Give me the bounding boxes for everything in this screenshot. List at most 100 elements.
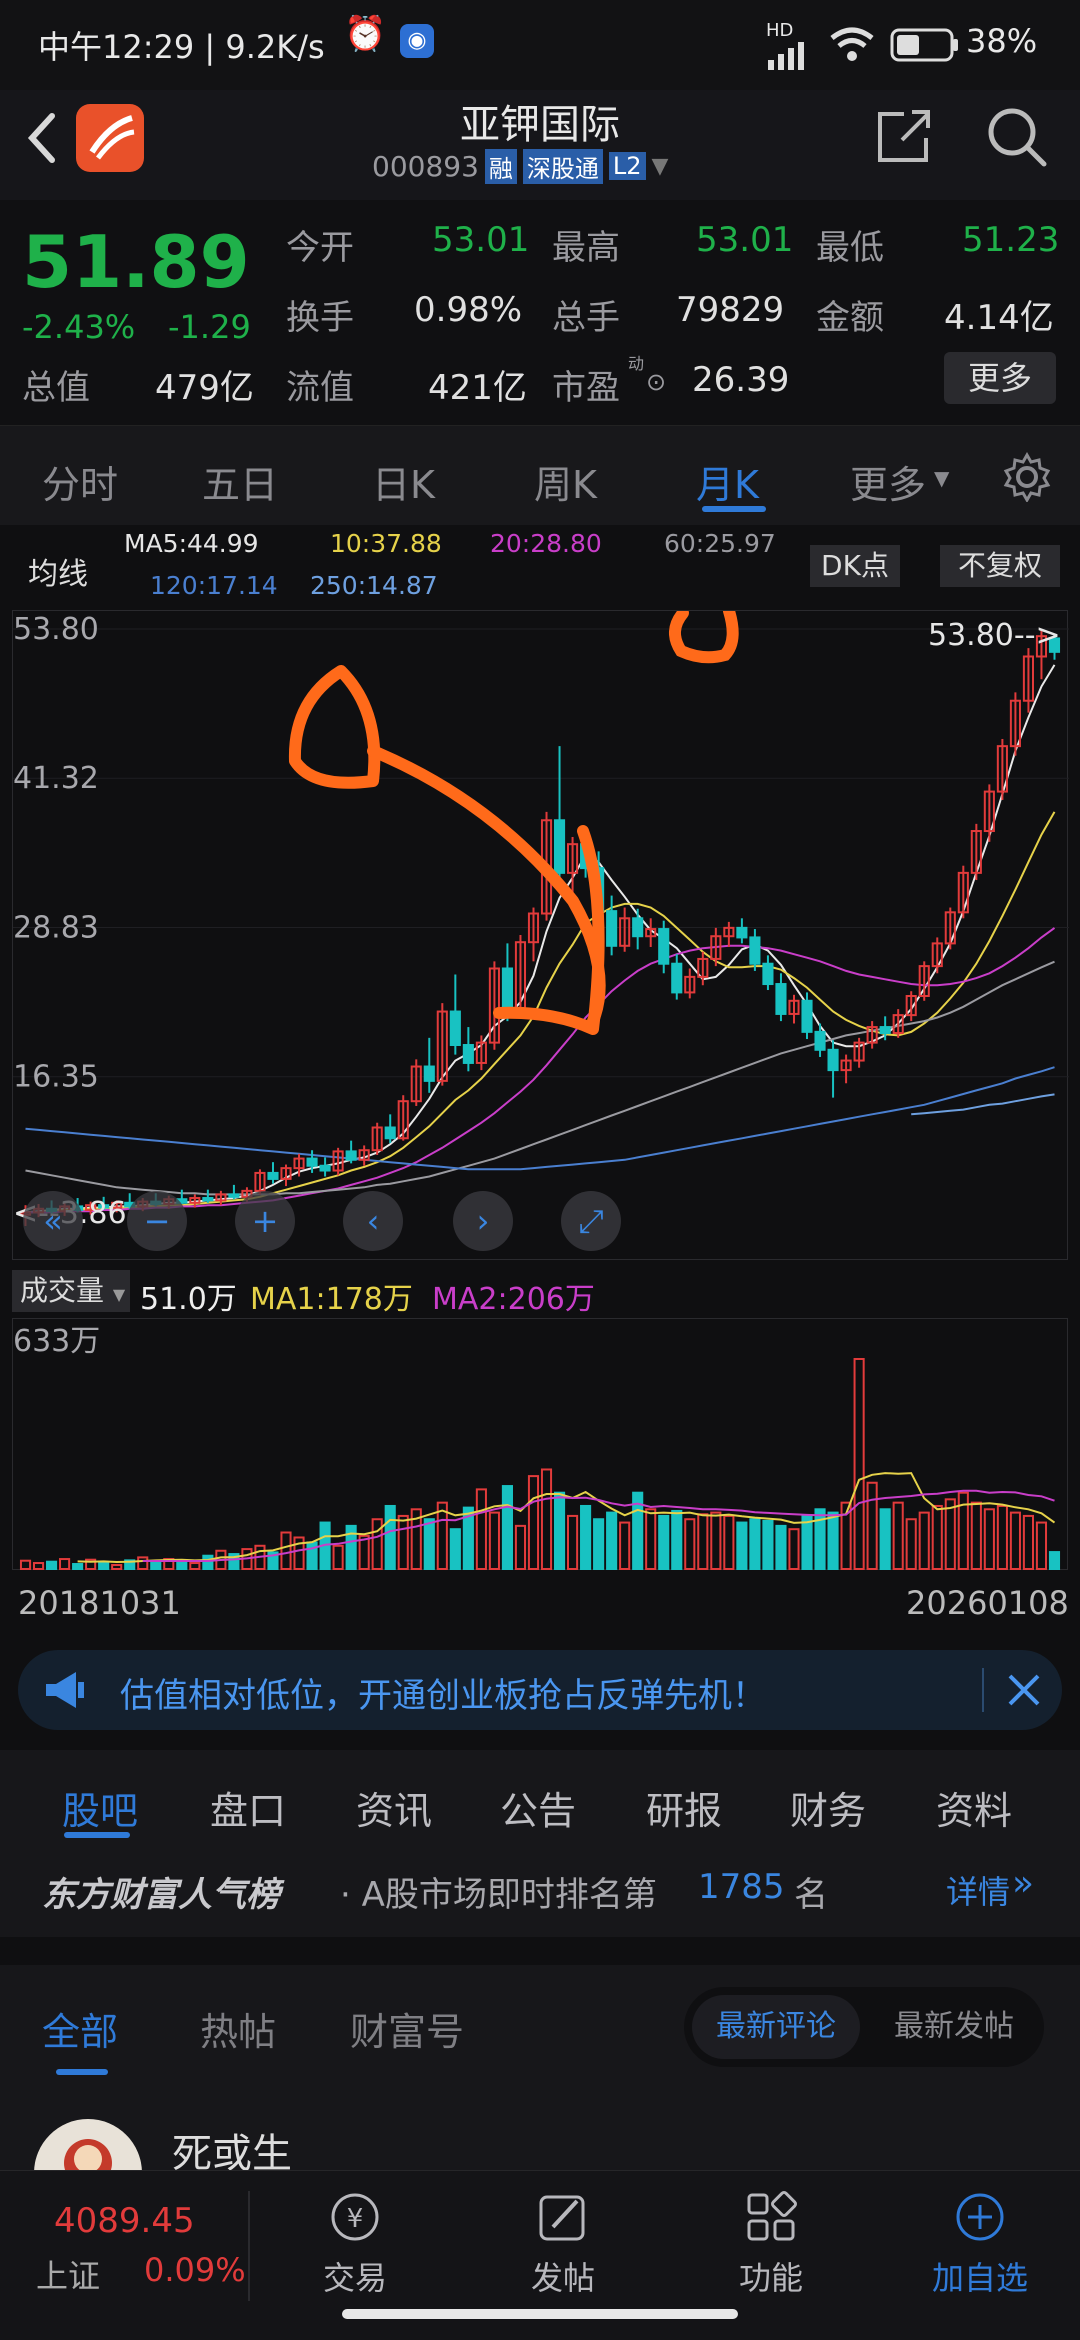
search-icon[interactable] (984, 104, 1050, 170)
dk-point-button[interactable]: DK点 (810, 545, 900, 587)
volume-bar (944, 1498, 956, 1570)
ma20-value: 20:28.80 (490, 529, 602, 558)
rank-number: 1785 (698, 1867, 785, 1907)
volume-bar (553, 1491, 566, 1570)
high-label: 最高 (552, 228, 620, 268)
volume-bar (736, 1521, 748, 1571)
annotation-trend-arrow (367, 745, 606, 1027)
candle-body (423, 1065, 435, 1082)
trade-icon: ¥ (331, 2193, 379, 2241)
tab-profile[interactable]: 资料 (936, 1780, 1012, 1835)
plus-circle-icon (956, 2193, 1004, 2241)
tab-more[interactable]: 更多 (850, 454, 926, 509)
share-icon[interactable] (874, 104, 934, 166)
pe-label: 市盈 (552, 368, 620, 408)
tab-research[interactable]: 研报 (646, 1780, 722, 1835)
volume-bar (658, 1514, 670, 1571)
volume-bar (606, 1511, 618, 1571)
tab-forum[interactable]: 股吧 (62, 1780, 138, 1835)
quote-panel: 51.89 -2.43% -1.29 总值 479亿 今开 53.01 最高 5… (0, 200, 1080, 425)
sort-latest-comment[interactable]: 最新评论 (692, 1995, 860, 2059)
y-tick-label: 53.80 (13, 612, 99, 647)
info-icon[interactable]: ⊙ (646, 368, 666, 396)
tab-announcements[interactable]: 公告 (500, 1780, 576, 1835)
subtab-wealth[interactable]: 财富号 (350, 2001, 464, 2056)
status-time: 中午12:29 | 9.2K/s (38, 28, 325, 66)
volume-indicator-selector[interactable]: 成交量 ▼ (12, 1270, 130, 1312)
volume-bar (423, 1518, 435, 1571)
volume-bar (176, 1560, 188, 1571)
candle-body (801, 999, 813, 1033)
subtab-hot[interactable]: 热帖 (200, 2001, 276, 2056)
tab-daily-k[interactable]: 日K (372, 454, 435, 509)
index-name[interactable]: 上证 (36, 2251, 100, 2297)
candle-body (202, 1197, 214, 1202)
candle-body (736, 926, 748, 939)
chart-control-button[interactable]: + (235, 1191, 295, 1251)
rank-brand: 东方财富人气榜 (42, 1875, 280, 1915)
banner-divider (982, 1668, 984, 1712)
popularity-rank[interactable]: 东方财富人气榜 · A股市场即时排名第 1785 名 详情 » (0, 1845, 1080, 1937)
chart-control-button[interactable]: ‹ (343, 1191, 403, 1251)
trade-button[interactable]: ¥ 交易 (300, 2189, 410, 2299)
index-value[interactable]: 4089.45 (54, 2201, 195, 2241)
level2-tag: L2 (608, 152, 646, 180)
volume-ma2: MA2:206万 (432, 1282, 595, 1317)
add-watchlist-button[interactable]: 加自选 (920, 2189, 1040, 2299)
volume-bar (970, 1501, 982, 1570)
volume-bar (580, 1504, 592, 1571)
promo-banner[interactable]: 估值相对低位，开通创业板抢占反弹先机！ (18, 1650, 1062, 1730)
app-notification-icon: ◉ (400, 24, 434, 58)
stock-subtitle: 000893 融 深股通 L2 ▼ (372, 148, 668, 184)
tab-monthly-k[interactable]: 月K (696, 454, 759, 509)
volume-bar (501, 1485, 513, 1570)
ma-legend: 均线 MA5:44.99 10:37.88 20:28.80 60:25.97 … (0, 525, 1080, 610)
functions-button[interactable]: 功能 (716, 2189, 826, 2299)
forum-subtabs: 全部 热帖 财富号 最新评论 最新发帖 (0, 1965, 1080, 2085)
float-label: 流值 (286, 368, 354, 408)
tab-order-book[interactable]: 盘口 (210, 1780, 286, 1835)
sort-latest-post[interactable]: 最新发帖 (870, 1995, 1038, 2059)
hd-label: HD (766, 20, 794, 41)
volume-bar (762, 1519, 774, 1571)
tab-intraday[interactable]: 分时 (42, 454, 118, 509)
volume-caret-icon: ▼ (112, 1285, 126, 1304)
close-icon[interactable] (1006, 1672, 1042, 1708)
chart-control-button[interactable]: − (127, 1191, 187, 1251)
section-tab-indicator (64, 1832, 130, 1838)
chart-control-button[interactable]: › (453, 1191, 513, 1251)
chart-control-button[interactable]: « (23, 1191, 83, 1251)
index-change[interactable]: 0.09% (144, 2251, 246, 2289)
rank-details-link[interactable]: 详情 (946, 1867, 1010, 1913)
mktcap-value: 479亿 (155, 368, 254, 408)
dropdown-icon[interactable]: ▼ (652, 154, 669, 179)
volume-bar (332, 1544, 344, 1571)
tab-five-day[interactable]: 五日 (202, 454, 278, 509)
post-button[interactable]: 发帖 (508, 2189, 618, 2299)
chart-control-button[interactable]: ⤢ (561, 1191, 621, 1251)
turnover-value: 0.98% (414, 290, 523, 330)
ma250-value: 250:14.87 (310, 571, 438, 600)
candle-body (658, 928, 670, 965)
settings-gear-icon[interactable] (1002, 452, 1052, 502)
volume-bar (671, 1509, 683, 1571)
tab-weekly-k[interactable]: 周K (534, 454, 597, 509)
volume-bar (879, 1508, 891, 1571)
volume-chart[interactable]: 633万 (12, 1318, 1068, 1571)
volume-bar (918, 1511, 930, 1571)
adjust-button[interactable]: 不复权 (940, 545, 1060, 587)
subtab-all[interactable]: 全部 (42, 2001, 118, 2056)
subtab-indicator (56, 2069, 108, 2075)
back-icon[interactable] (22, 108, 62, 168)
trade-label: 交易 (322, 2259, 387, 2297)
ma-line-ma20 (25, 927, 1056, 1214)
stock-code: 000893 (372, 149, 479, 183)
post-item[interactable]: 死或生 (0, 2085, 1080, 2199)
tab-finance[interactable]: 财务 (790, 1780, 866, 1835)
kline-chart[interactable]: 53.8041.3228.8316.3553.80--><--3.86«−+‹›… (12, 605, 1069, 1260)
volume-bar (137, 1556, 149, 1571)
tab-news[interactable]: 资讯 (356, 1780, 432, 1835)
banner-text: 估值相对低位，开通创业板抢占反弹先机！ (120, 1676, 766, 1716)
sort-toggle: 最新评论 最新发帖 (684, 1987, 1044, 2067)
more-quote-button[interactable]: 更多 (944, 352, 1056, 404)
